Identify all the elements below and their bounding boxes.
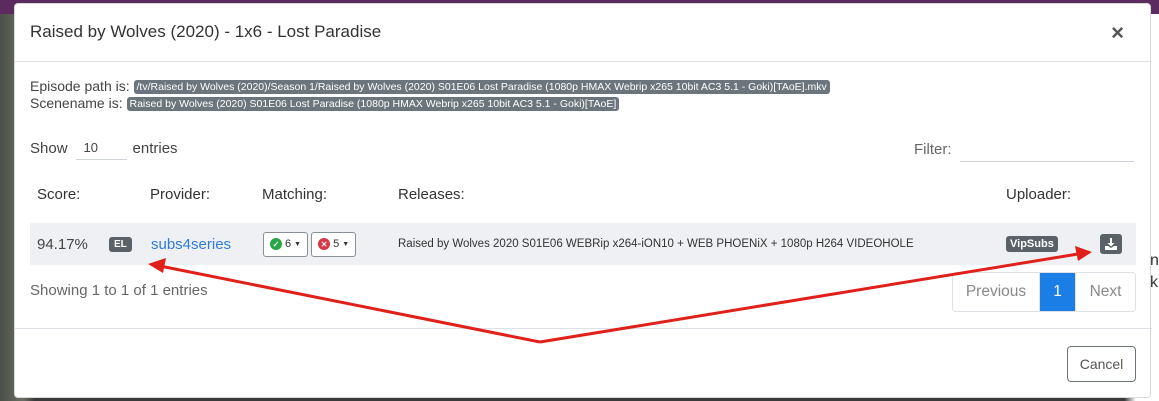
entries-label: entries	[132, 139, 178, 157]
filter-control: Filter:	[914, 136, 1134, 162]
paths-info: Episode path is: /tv/Raised by Wolves (2…	[30, 78, 830, 112]
language-cell: EL	[109, 223, 132, 265]
header-matching[interactable]: Matching:	[262, 186, 327, 203]
previous-page-button[interactable]: Previous	[953, 273, 1040, 311]
mismatches-count: 5	[333, 238, 340, 250]
release-name: Raised by Wolves 2020 S01E06 WEBRip x264…	[398, 238, 914, 250]
check-circle-icon: ✓	[270, 238, 282, 250]
next-page-button[interactable]: Next	[1075, 273, 1135, 311]
table-row: 94.17% EL subs4series ✓ 6 ▼ ✕ 5 ▼ Raised…	[30, 223, 1136, 265]
header-provider[interactable]: Provider:	[150, 186, 210, 203]
provider-link[interactable]: subs4series	[151, 223, 231, 265]
times-circle-icon: ✕	[318, 238, 331, 250]
filter-input[interactable]	[959, 136, 1134, 162]
entries-length-control: Show 10 entries	[30, 136, 178, 160]
modal-title: Raised by Wolves (2020) - 1x6 - Lost Par…	[30, 22, 382, 41]
pagination: Previous 1 Next	[952, 272, 1136, 312]
background-text: n	[1150, 252, 1159, 269]
modal-footer-divider	[15, 328, 1152, 329]
cancel-button[interactable]: Cancel	[1067, 346, 1136, 382]
matches-dropdown[interactable]: ✓ 6 ▼	[263, 231, 309, 257]
download-cell	[1100, 223, 1122, 265]
subtitle-search-modal: Raised by Wolves (2020) - 1x6 - Lost Par…	[14, 3, 1152, 398]
header-releases[interactable]: Releases:	[398, 186, 465, 203]
episode-path-label: Episode path is:	[30, 78, 130, 94]
show-label: Show	[30, 139, 68, 157]
entries-select[interactable]: 10	[75, 136, 127, 160]
modal-header: Raised by Wolves (2020) - 1x6 - Lost Par…	[15, 4, 1150, 62]
download-icon	[1105, 238, 1117, 250]
table-info: Showing 1 to 1 of 1 entries	[30, 282, 208, 299]
close-icon[interactable]: ×	[1111, 20, 1124, 46]
background-text: k	[1150, 274, 1158, 291]
mismatches-dropdown[interactable]: ✕ 5 ▼	[311, 231, 357, 257]
scenename-badge: Raised by Wolves (2020) S01E06 Lost Para…	[126, 97, 620, 111]
scenename-line: Scenename is: Raised by Wolves (2020) S0…	[30, 95, 830, 112]
uploader-badge: VipSubs	[1006, 236, 1058, 252]
download-button[interactable]	[1100, 234, 1122, 254]
header-score[interactable]: Score:	[37, 186, 80, 203]
matches-count: 6	[285, 238, 292, 250]
scenename-label: Scenename is:	[30, 95, 123, 111]
uploader-cell: VipSubs	[1006, 223, 1058, 265]
episode-path-line: Episode path is: /tv/Raised by Wolves (2…	[30, 78, 830, 95]
episode-path-badge: /tv/Raised by Wolves (2020)/Season 1/Rai…	[133, 80, 830, 94]
filter-label: Filter:	[914, 140, 952, 158]
page-1-button[interactable]: 1	[1040, 273, 1075, 311]
header-uploader[interactable]: Uploader:	[1006, 186, 1071, 203]
caret-down-icon: ▼	[342, 240, 350, 248]
caret-down-icon: ▼	[294, 240, 302, 248]
language-badge: EL	[109, 236, 132, 252]
matching-cell: ✓ 6 ▼ ✕ 5 ▼	[263, 223, 359, 265]
score-value: 94.17%	[37, 235, 88, 253]
